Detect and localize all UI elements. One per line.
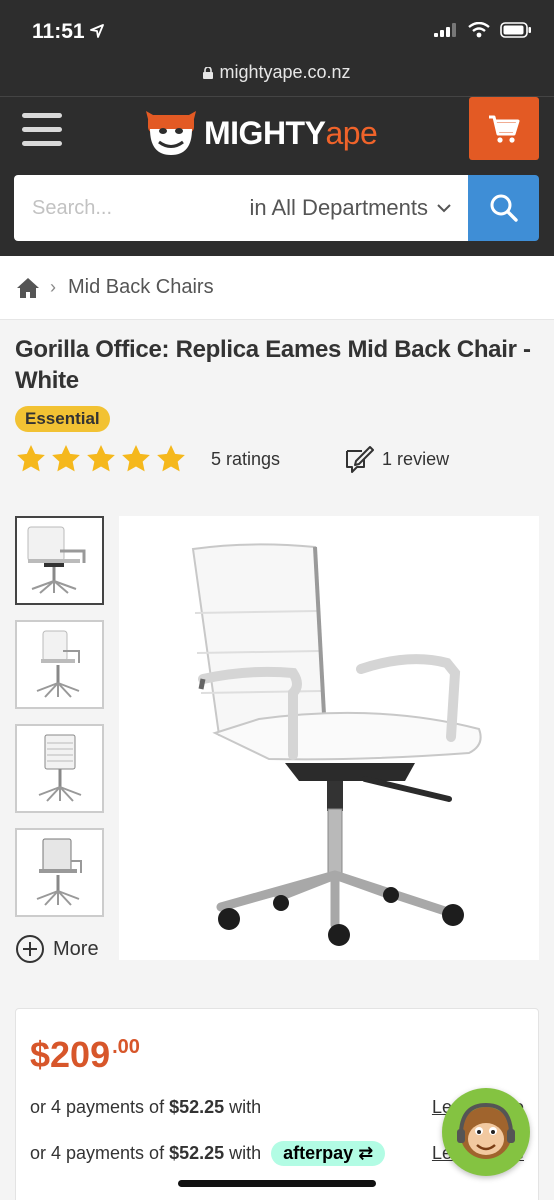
- office-chair-image: [191, 543, 482, 946]
- installment-amount-2: $52.25: [169, 1142, 225, 1163]
- thumbnail-1[interactable]: [15, 516, 104, 605]
- review-link[interactable]: 1 review: [344, 445, 449, 473]
- product-title: Gorilla Office: Replica Eames Mid Back C…: [15, 336, 531, 394]
- home-icon[interactable]: [16, 277, 40, 299]
- chair-angle-thumbnail-image: [36, 630, 80, 698]
- breadcrumb: › Mid Back Chairs: [0, 256, 554, 320]
- battery-icon: [500, 22, 531, 38]
- ape-support-avatar-icon: [457, 1102, 515, 1159]
- hamburger-menu-button[interactable]: [22, 113, 62, 147]
- site-header: MIGHTYape in All Departments: [0, 96, 554, 256]
- location-arrow-icon: [90, 24, 105, 38]
- logo-wordmark: MIGHTYape: [204, 114, 378, 152]
- rating-row: 5 ratings 1 review: [15, 442, 539, 476]
- thumbnail-3[interactable]: [15, 724, 104, 813]
- write-review-icon: [346, 446, 375, 473]
- installment-amount: $52.25: [169, 1096, 225, 1117]
- cart-icon: [489, 115, 520, 143]
- home-indicator: [178, 1180, 376, 1187]
- image-gallery: More: [15, 516, 539, 964]
- address-bar[interactable]: mightyape.co.nz: [0, 62, 554, 83]
- wifi-icon: [468, 22, 490, 38]
- price-dollars: $209: [30, 1034, 111, 1075]
- review-count: 1 review: [382, 448, 450, 469]
- thumbnail-list: More: [15, 516, 104, 964]
- installment-prefix: or 4 payments of: [30, 1096, 165, 1117]
- price: $209.00: [30, 1027, 524, 1075]
- chat-support-button[interactable]: [442, 1088, 530, 1176]
- search-input[interactable]: [32, 196, 182, 220]
- search-icon: [490, 194, 518, 222]
- search-button[interactable]: [468, 175, 539, 241]
- cart-button[interactable]: [469, 97, 539, 160]
- installment-prefix-2: or 4 payments of: [30, 1142, 165, 1163]
- star-icon: [157, 445, 185, 472]
- afterpay-label: afterpay: [283, 1142, 354, 1163]
- chair-side-thumbnail-image: [27, 526, 85, 594]
- ratings-count-link[interactable]: 5 ratings: [211, 449, 280, 470]
- chevron-right-icon: ›: [50, 277, 56, 297]
- star-icon: [122, 445, 150, 472]
- star-rating[interactable]: [15, 443, 187, 475]
- breadcrumb-category-link[interactable]: Mid Back Chairs: [68, 276, 214, 299]
- status-bar: 11:51 mightyape.co.nz: [0, 0, 554, 96]
- price-cents: .00: [112, 1036, 140, 1058]
- clock-text: 11:51: [32, 20, 85, 43]
- star-icon: [52, 445, 80, 472]
- more-images-button[interactable]: More: [15, 934, 104, 964]
- logo-ape: ape: [325, 114, 378, 151]
- search-field[interactable]: in All Departments: [14, 175, 468, 241]
- main-product-image[interactable]: [119, 516, 539, 960]
- search-bar: in All Departments: [14, 175, 539, 241]
- thumbnail-2[interactable]: [15, 620, 104, 709]
- afterpay-logo: afterpay ⇄: [271, 1140, 386, 1166]
- product-section: Gorilla Office: Replica Eames Mid Back C…: [0, 320, 554, 964]
- chair-back-thumbnail-image: [38, 734, 81, 802]
- logo-mighty: MIGHTY: [204, 114, 326, 151]
- installment-suffix-2: with: [229, 1142, 262, 1163]
- status-time: 11:51: [32, 20, 105, 44]
- star-icon: [87, 445, 115, 472]
- installment-suffix: with: [229, 1096, 262, 1117]
- department-label: in All Departments: [249, 195, 428, 220]
- url-text: mightyape.co.nz: [219, 62, 351, 82]
- department-select[interactable]: in All Departments: [249, 195, 452, 221]
- ape-face-icon: [146, 111, 196, 155]
- plus-circle-icon: [16, 935, 44, 963]
- chevron-down-icon: [437, 204, 451, 213]
- chair-front-thumbnail-image: [36, 838, 82, 906]
- more-label: More: [53, 937, 99, 960]
- lock-icon: [203, 67, 214, 79]
- thumbnail-4[interactable]: [15, 828, 104, 917]
- signal-icon: [434, 23, 456, 37]
- mightyape-logo[interactable]: MIGHTYape: [144, 107, 378, 159]
- status-indicators: [434, 22, 532, 38]
- star-icon: [17, 445, 45, 472]
- essential-badge: Essential: [15, 406, 110, 432]
